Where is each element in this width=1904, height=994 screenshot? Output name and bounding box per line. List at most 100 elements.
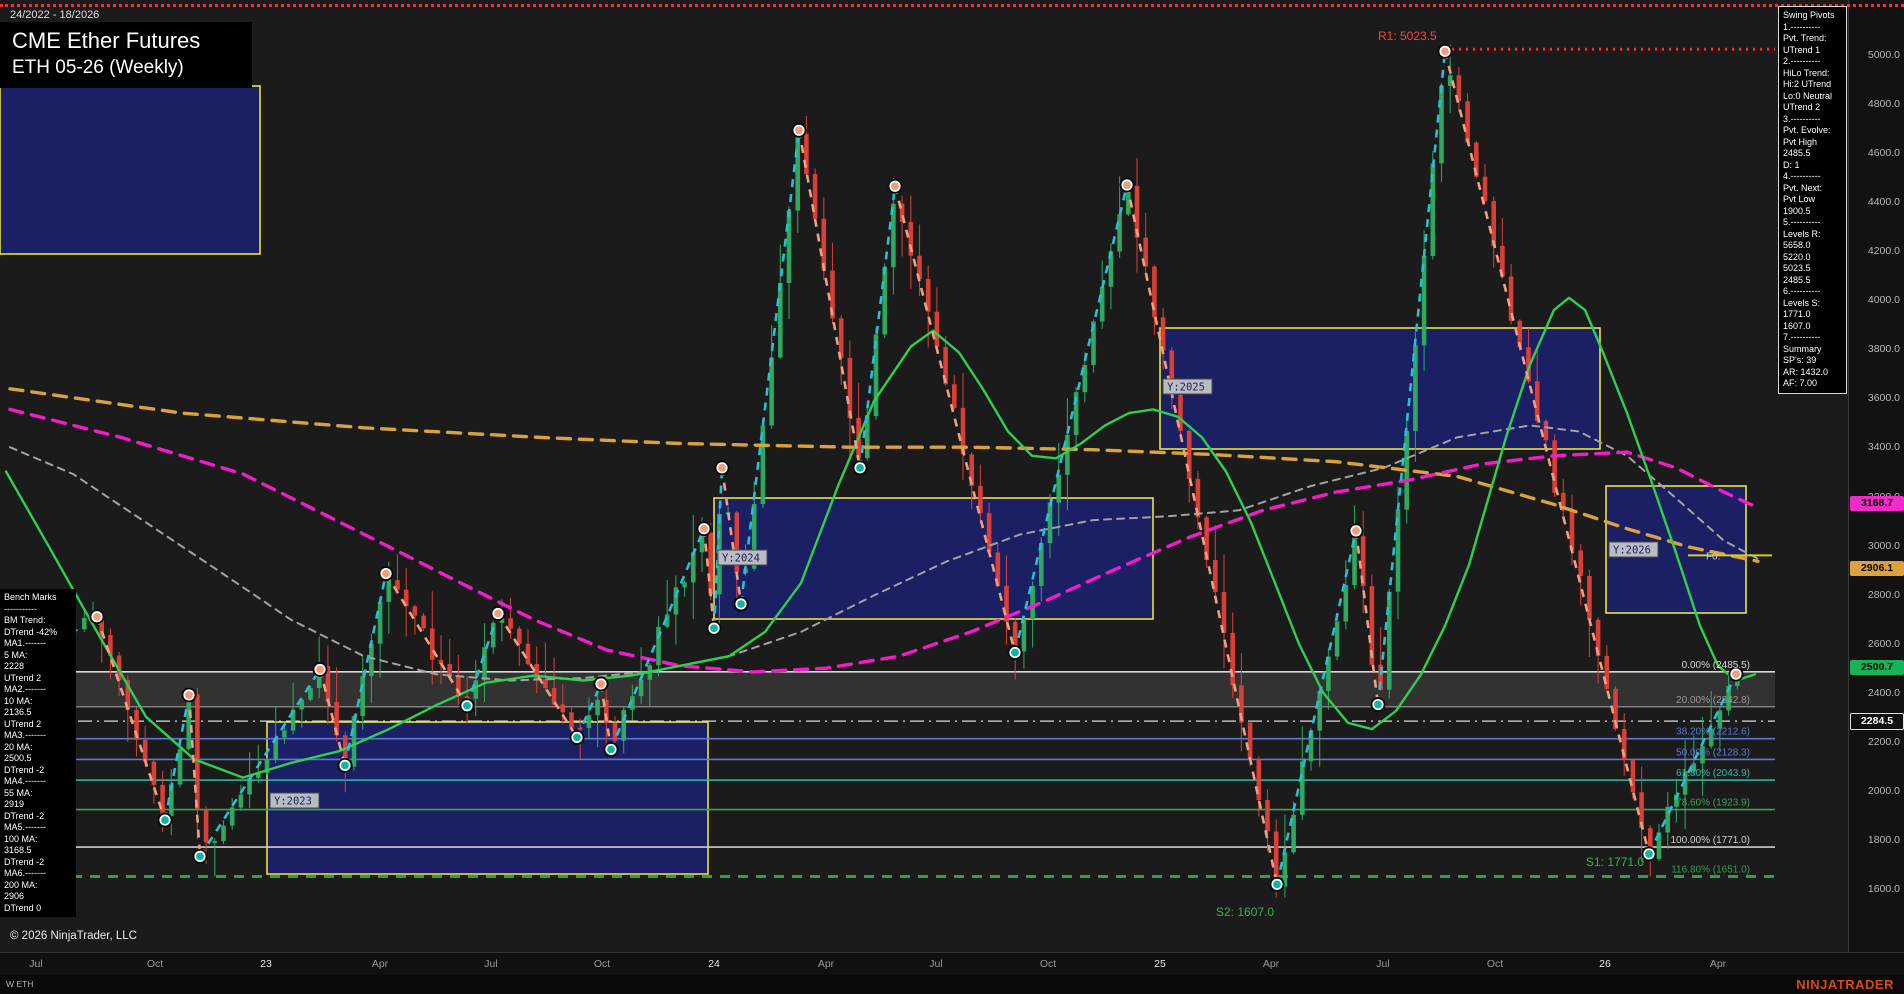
panel-line: Pvt. Evolve: xyxy=(1783,125,1842,137)
price-tick-label: 2200.0 xyxy=(1868,736,1900,748)
price-tick-label: 4400.0 xyxy=(1868,196,1900,208)
panel-line: Lo:0 Neutral xyxy=(1783,91,1842,103)
panel-line: Hi:2 UTrend xyxy=(1783,79,1842,91)
upper-boundary-dotted-line xyxy=(0,4,1904,7)
time-tick-label: Apr xyxy=(365,958,395,970)
price-axis[interactable]: 5000.04800.04600.04400.04200.04000.03800… xyxy=(1848,0,1904,952)
panel-line: MA1.------- xyxy=(4,638,72,650)
price-tick-label: 3400.0 xyxy=(1868,441,1900,453)
time-tick-label: Oct xyxy=(1480,958,1510,970)
year-box[interactable] xyxy=(0,86,260,254)
time-tick-label: Jul xyxy=(921,958,951,970)
time-tick-label: Apr xyxy=(1256,958,1286,970)
time-tick-label: Apr xyxy=(1703,958,1733,970)
panel-line: UTrend 2 xyxy=(1783,102,1842,114)
panel-line: 2500.5 xyxy=(4,753,72,765)
price-tick-label: 2400.0 xyxy=(1868,687,1900,699)
s1-label: S1: 1771.0 xyxy=(1586,855,1644,869)
price-tick-label: 4200.0 xyxy=(1868,245,1900,257)
panel-line: BM Trend: xyxy=(4,615,72,627)
panel-line: 5 MA: xyxy=(4,650,72,662)
r1-label: R1: 5023.5 xyxy=(1378,29,1437,43)
time-tick-label: Oct xyxy=(587,958,617,970)
chart-area[interactable]: Y:2023Y:2024Y:2025Y:20260.00% (2485.5)20… xyxy=(0,0,1775,952)
year-box-label: Y:2024 xyxy=(718,550,767,565)
swing-pivots-panel: Swing Pivots1.----------Pvt. Trend:UTren… xyxy=(1778,6,1847,394)
panel-line: Swing Pivots xyxy=(1783,10,1842,22)
panel-line: MA6.------- xyxy=(4,868,72,880)
panel-line: UTrend 2 xyxy=(4,673,72,685)
panel-line: 2485.5 xyxy=(1783,148,1842,160)
fib-label: 61.80% (2043.9) xyxy=(1676,768,1750,779)
contract-subtitle: ETH 05-26 (Weekly) xyxy=(12,57,240,79)
time-axis[interactable]: JulOct23AprJulOct24AprJulOct25AprJulOct2… xyxy=(0,952,1904,976)
s2-label: S2: 1607.0 xyxy=(1216,905,1274,919)
bench-marks-panel: Bench Marks-----------BM Trend:DTrend -4… xyxy=(0,589,76,917)
panel-line: 6.---------- xyxy=(1783,286,1842,298)
panel-line: UTrend 2 xyxy=(4,719,72,731)
price-tick-label: 1600.0 xyxy=(1868,883,1900,895)
panel-line: Summary xyxy=(1783,344,1842,356)
panel-line: Pvt. Next: xyxy=(1783,183,1842,195)
price-tick-label: 1800.0 xyxy=(1868,834,1900,846)
panel-line: D: 1 xyxy=(1783,160,1842,172)
panel-line: Pvt Low xyxy=(1783,194,1842,206)
price-tick-label: 2600.0 xyxy=(1868,638,1900,650)
panel-line: Levels R: xyxy=(1783,229,1842,241)
panel-line: 100 MA: xyxy=(4,834,72,846)
price-tick-label: 3600.0 xyxy=(1868,392,1900,404)
fib-label: 116.80% (1651.0) xyxy=(1671,864,1750,875)
brand-logo: NINJATRADER xyxy=(1796,977,1894,992)
panel-line: 1771.0 xyxy=(1783,309,1842,321)
panel-line: 2906 xyxy=(4,891,72,903)
fib-label: 100.00% (1771.0) xyxy=(1670,835,1750,846)
svg-text:Y:2026: Y:2026 xyxy=(1613,545,1651,557)
panel-line: Bench Marks xyxy=(4,592,72,604)
fib-label: 20.00% (2342.8) xyxy=(1676,695,1750,706)
year-box[interactable] xyxy=(1160,328,1600,449)
svg-text:Y:2025: Y:2025 xyxy=(1167,382,1205,394)
price-tag: 2906.1 xyxy=(1850,561,1904,576)
panel-line: 5658.0 xyxy=(1783,240,1842,252)
panel-line: 55 MA: xyxy=(4,788,72,800)
panel-line: Pvt. Trend: xyxy=(1783,33,1842,45)
panel-line: DTrend -42% xyxy=(4,627,72,639)
instrument-title: CME Ether Futures xyxy=(12,28,240,54)
fib-label: 78.60% (1923.9) xyxy=(1676,798,1750,809)
panel-line: 5023.5 xyxy=(1783,263,1842,275)
panel-line: 3168.5 xyxy=(4,845,72,857)
year-box[interactable] xyxy=(267,722,708,874)
price-tick-label: 4000.0 xyxy=(1868,294,1900,306)
panel-line: AF: 7.00 xyxy=(1783,378,1842,390)
price-tick-label: 2000.0 xyxy=(1868,785,1900,797)
panel-line: MA3.------- xyxy=(4,730,72,742)
year-box[interactable] xyxy=(714,498,1153,619)
panel-line: DTrend 0 xyxy=(4,903,72,915)
svg-text:Y:2023: Y:2023 xyxy=(274,796,312,808)
time-tick-label: Apr xyxy=(811,958,841,970)
panel-line: SP's: 39 xyxy=(1783,355,1842,367)
time-tick-label: 25 xyxy=(1145,958,1175,970)
time-tick-label: 26 xyxy=(1590,958,1620,970)
panel-line: 10 MA: xyxy=(4,696,72,708)
time-tick-label: Jul xyxy=(21,958,51,970)
price-tick-label: 4800.0 xyxy=(1868,98,1900,110)
price-tag: 3168.7 xyxy=(1850,496,1904,511)
panel-line: ----------- xyxy=(4,604,72,616)
panel-line: Pvt High xyxy=(1783,137,1842,149)
panel-line: 20 MA: xyxy=(4,742,72,754)
panel-line: 2136.5 xyxy=(4,707,72,719)
time-tick-label: Jul xyxy=(1368,958,1398,970)
year-box-label: Y:2023 xyxy=(270,793,319,808)
panel-line: AR: 1432.0 xyxy=(1783,367,1842,379)
panel-line: 1607.0 xyxy=(1783,321,1842,333)
ninjatrader-chart-window: Y:2023Y:2024Y:2025Y:20260.00% (2485.5)20… xyxy=(0,0,1904,994)
panel-line: 3.---------- xyxy=(1783,114,1842,126)
panel-line: MA4.------- xyxy=(4,776,72,788)
price-tag: 2500.7 xyxy=(1850,660,1904,675)
panel-line: 7.---------- xyxy=(1783,332,1842,344)
interval-tab[interactable]: W ETH xyxy=(6,979,33,989)
panel-line: DTrend -2 xyxy=(4,765,72,777)
retracement-band xyxy=(0,672,1775,707)
year-box-label: Y:2025 xyxy=(1163,379,1212,394)
